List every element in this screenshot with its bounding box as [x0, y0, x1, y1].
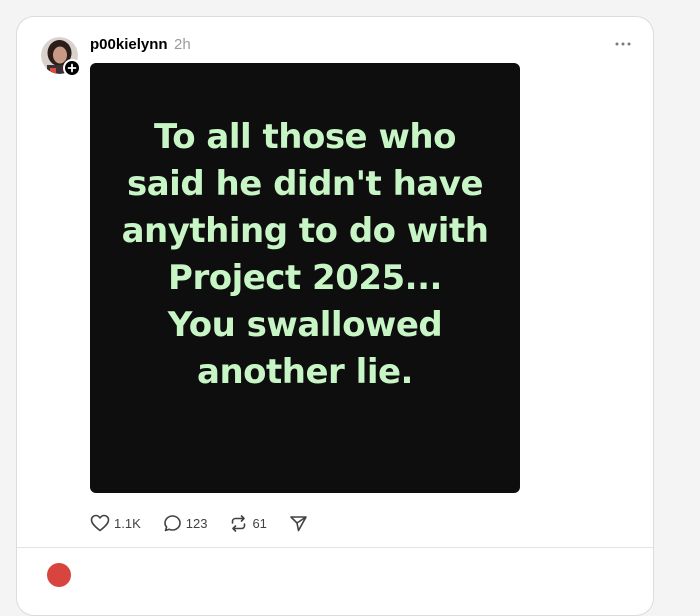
- username[interactable]: p00kielynn: [90, 36, 168, 53]
- like-count: 1.1K: [114, 515, 141, 531]
- follow-button[interactable]: [63, 59, 81, 77]
- send-icon: [290, 515, 307, 531]
- repost-icon: [232, 514, 246, 532]
- post-image-text: To all those who said he didn't have any…: [121, 117, 489, 392]
- post-timestamp: 2h: [174, 36, 191, 53]
- more-options-button[interactable]: [611, 35, 635, 53]
- like-button[interactable]: 1.1K: [90, 514, 141, 532]
- repost-count: 61: [252, 515, 267, 531]
- share-button[interactable]: [289, 514, 308, 533]
- avatar[interactable]: [41, 37, 81, 77]
- heart-icon: [90, 514, 110, 532]
- post-divider: [17, 547, 653, 548]
- more-horizontal-icon: [615, 42, 631, 46]
- post-image[interactable]: To all those who said he didn't have any…: [90, 63, 520, 493]
- reply-button[interactable]: 123: [163, 514, 208, 533]
- reply-count: 123: [185, 515, 208, 531]
- plus-icon: [67, 63, 77, 73]
- comment-icon: [163, 514, 181, 531]
- post-card: p00kielynn 2h To all those who said he d…: [16, 16, 654, 616]
- next-post-avatar[interactable]: [47, 563, 71, 587]
- repost-button[interactable]: 61: [229, 514, 267, 533]
- post-actions: 1.1K 123 61: [90, 513, 330, 533]
